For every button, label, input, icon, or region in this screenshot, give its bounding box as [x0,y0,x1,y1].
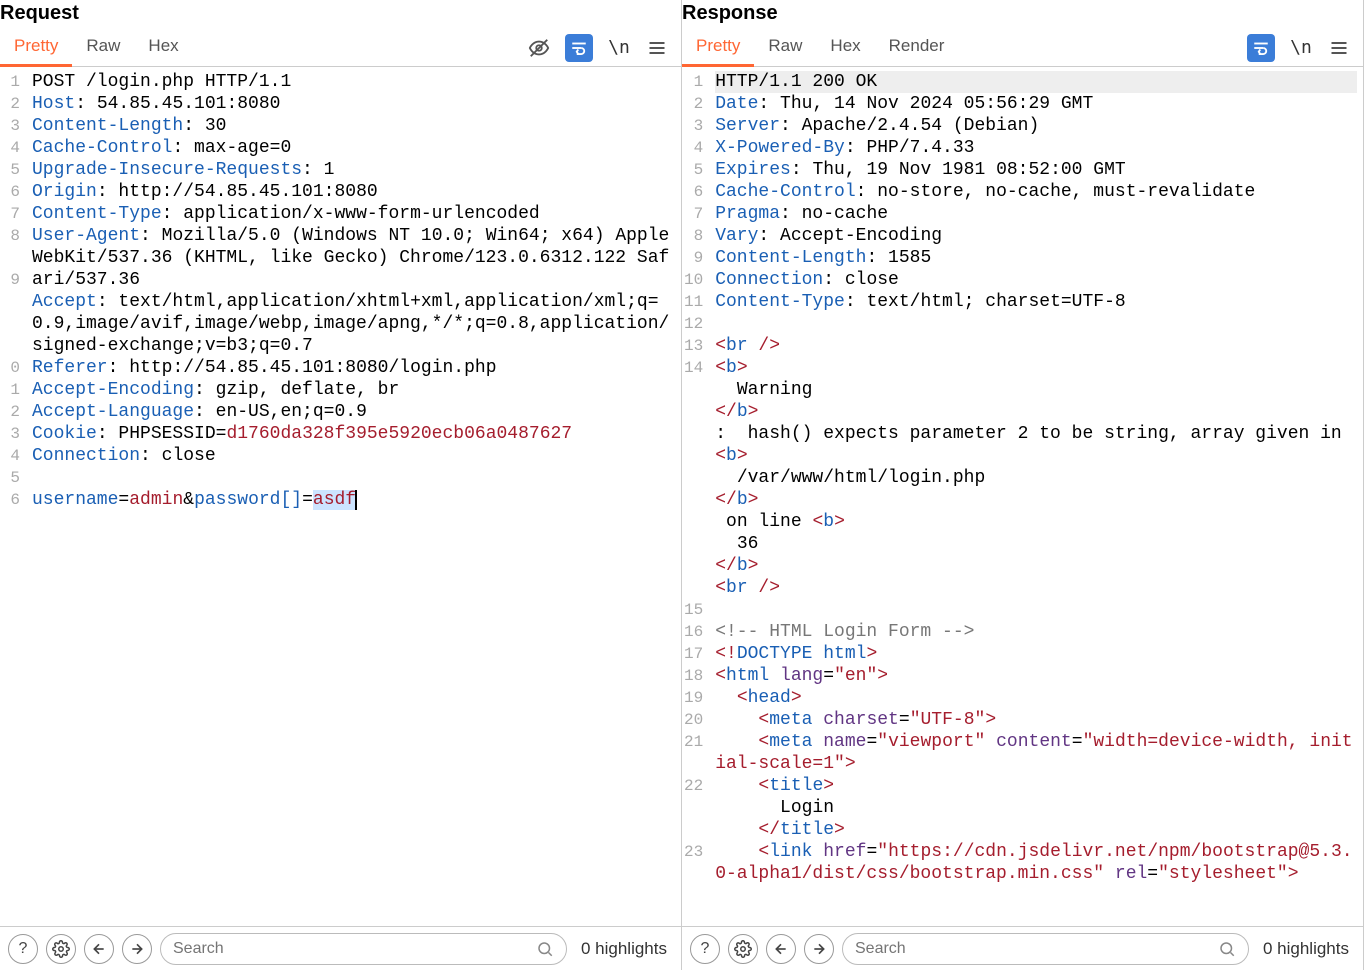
request-panel: Request Pretty Raw Hex \n 12345678901234… [0,0,682,970]
response-line-numbers: 1234567891011121314 15161718192021 22 23 [682,67,709,926]
next-icon[interactable] [122,934,152,964]
request-editor[interactable]: 1234567890123456 POST /login.php HTTP/1.… [0,67,681,926]
tab-hex[interactable]: Hex [134,28,192,67]
response-code[interactable]: HTTP/1.1 200 OKDate: Thu, 14 Nov 2024 05… [709,67,1363,926]
response-editor[interactable]: 1234567891011121314 15161718192021 22 23… [682,67,1363,926]
response-highlights: 0 highlights [1257,939,1355,959]
wrap-icon[interactable] [1247,34,1275,62]
response-footer: ? 0 highlights [682,926,1363,970]
hide-icon[interactable] [527,36,551,60]
tab-hex-resp[interactable]: Hex [816,28,874,67]
tab-render-resp[interactable]: Render [875,28,959,67]
request-footer: ? 0 highlights [0,926,681,970]
request-code[interactable]: POST /login.php HTTP/1.1Host: 54.85.45.1… [26,67,681,926]
request-search-input[interactable] [173,940,536,958]
wrap-icon[interactable] [565,34,593,62]
hamburger-icon[interactable] [645,36,669,60]
prev-icon[interactable] [766,934,796,964]
tab-pretty-resp[interactable]: Pretty [682,28,754,67]
hamburger-icon[interactable] [1327,36,1351,60]
request-line-numbers: 1234567890123456 [0,67,26,926]
settings-icon[interactable] [728,934,758,964]
prev-icon[interactable] [84,934,114,964]
request-toolbar: \n [527,34,681,62]
request-tabs: Pretty Raw Hex \n [0,29,681,67]
tab-raw[interactable]: Raw [72,28,134,67]
help-icon[interactable]: ? [8,934,38,964]
newline-icon[interactable]: \n [1289,36,1313,60]
response-panel: Response Pretty Raw Hex Render \n 123456… [682,0,1364,970]
response-search-input[interactable] [855,940,1218,958]
settings-icon[interactable] [46,934,76,964]
response-toolbar: \n [1247,34,1363,62]
response-search[interactable] [842,933,1249,965]
newline-icon[interactable]: \n [607,36,631,60]
search-icon[interactable] [1218,940,1236,958]
tab-raw-resp[interactable]: Raw [754,28,816,67]
response-tabs: Pretty Raw Hex Render \n [682,29,1363,67]
tab-pretty[interactable]: Pretty [0,28,72,67]
request-search[interactable] [160,933,567,965]
search-icon[interactable] [536,940,554,958]
response-title: Response [682,0,1363,29]
help-icon[interactable]: ? [690,934,720,964]
request-highlights: 0 highlights [575,939,673,959]
request-title: Request [0,0,681,29]
next-icon[interactable] [804,934,834,964]
